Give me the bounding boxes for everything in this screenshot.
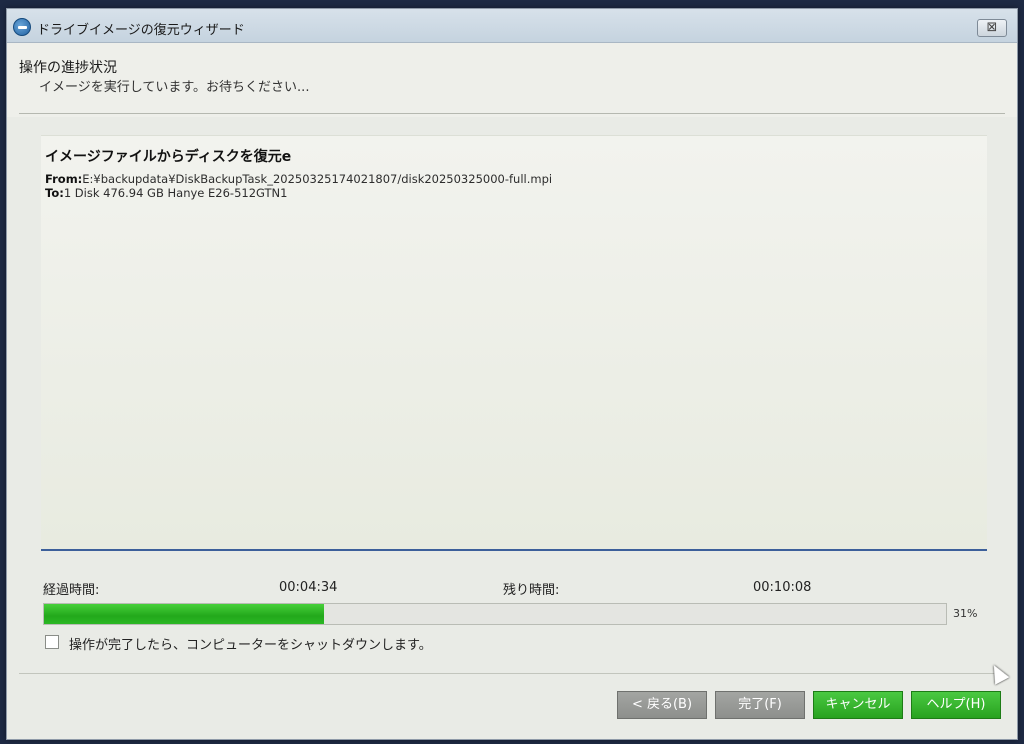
to-value: 1 Disk 476.94 GB Hanye E26-512GTN1 xyxy=(63,186,288,200)
cancel-button[interactable]: キャンセル xyxy=(813,691,903,719)
remaining-label: 残り時間: xyxy=(503,583,560,598)
shutdown-checkbox-label[interactable]: 操作が完了したら、コンピューターをシャットダウンします。 xyxy=(69,634,432,653)
header-divider xyxy=(19,113,1005,114)
elapsed-value: 00:04:34 xyxy=(279,580,338,595)
from-label: From: xyxy=(45,172,83,186)
step-subtitle: イメージを実行しています。お待ちください... xyxy=(39,80,310,95)
destination-line: To:1 Disk 476.94 GB Hanye E26-512GTN1 xyxy=(45,186,287,200)
elapsed-label: 経過時間: xyxy=(43,583,100,598)
remaining-value: 00:10:08 xyxy=(753,580,812,595)
window-title: ドライブイメージの復元ウィザード xyxy=(37,23,245,38)
title-bar: ドライブイメージの復元ウィザード ⊠ xyxy=(7,9,1017,43)
source-line: From:E:¥backupdata¥DiskBackupTask_202503… xyxy=(45,172,552,186)
progress-percent: 31% xyxy=(953,607,978,620)
back-button[interactable]: < 戻る(B) xyxy=(617,691,707,719)
footer-divider xyxy=(19,673,1005,674)
step-title: 操作の進捗状況 xyxy=(19,60,117,76)
panel-divider xyxy=(41,549,987,551)
app-logo-icon xyxy=(13,18,31,36)
progress-fill xyxy=(44,604,324,624)
wizard-header: 操作の進捗状況 イメージを実行しています。お待ちください... xyxy=(7,43,1017,117)
from-value: E:¥backupdata¥DiskBackupTask_20250325174… xyxy=(82,172,553,186)
progress-bar xyxy=(43,603,947,625)
operation-title: イメージファイルからディスクを復元e xyxy=(45,149,292,165)
finish-button[interactable]: 完了(F) xyxy=(715,691,805,719)
shutdown-checkbox[interactable] xyxy=(45,635,59,649)
close-button[interactable]: ⊠ xyxy=(977,19,1007,37)
wizard-window: ドライブイメージの復元ウィザード ⊠ 操作の進捗状況 イメージを実行しています。… xyxy=(6,8,1018,740)
help-button[interactable]: ヘルプ(H) xyxy=(911,691,1001,719)
to-label: To: xyxy=(45,186,64,200)
operation-panel: イメージファイルからディスクを復元e From:E:¥backupdata¥Di… xyxy=(41,135,987,549)
